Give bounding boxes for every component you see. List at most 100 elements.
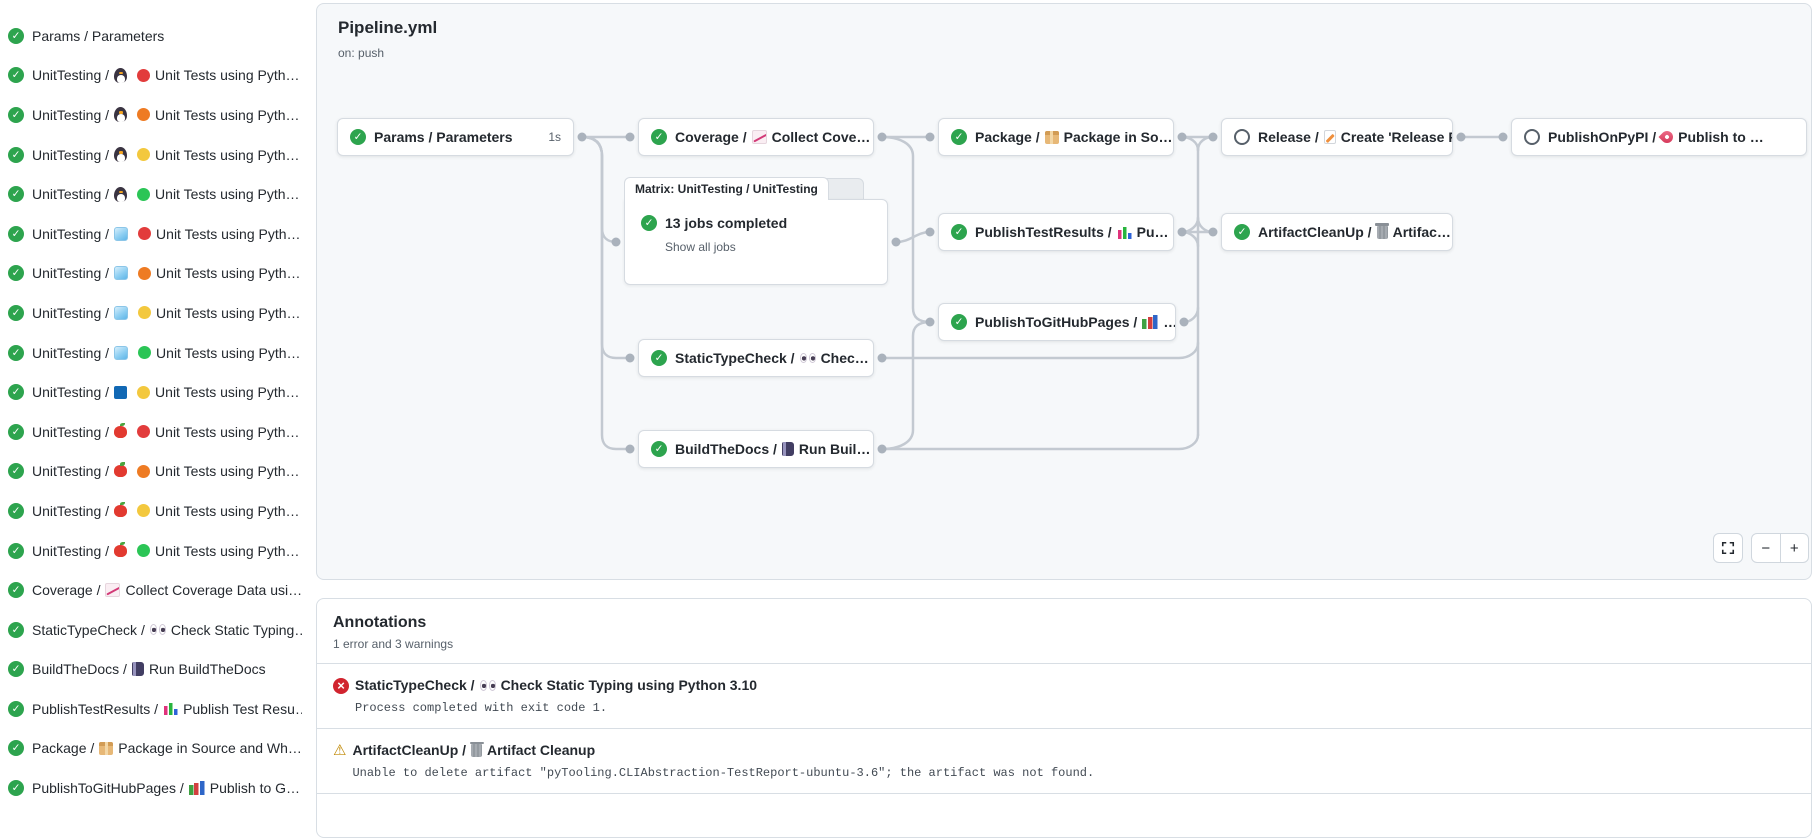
job-duration: 3s bbox=[1451, 225, 1453, 239]
python-version-icon bbox=[137, 504, 150, 517]
graph-node-artifactcleanup[interactable]: ArtifactCleanUp / Artifac… 3s bbox=[1221, 213, 1453, 251]
sidebar-job-item[interactable]: UnitTesting / Unit Tests using Pyth… bbox=[0, 531, 302, 571]
success-icon bbox=[951, 314, 967, 330]
success-icon bbox=[8, 582, 24, 598]
macos-icon bbox=[114, 465, 127, 477]
sidebar-job-item[interactable]: PublishToGitHubPages / Publish to G… bbox=[0, 768, 302, 808]
success-icon bbox=[8, 305, 24, 321]
success-icon bbox=[651, 350, 667, 366]
sidebar-job-item[interactable]: UnitTesting / Unit Tests using Pyth… bbox=[0, 174, 302, 214]
graph-node-publishtestresults[interactable]: PublishTestResults / Pu… 17s bbox=[938, 213, 1174, 251]
annotations-summary: 1 error and 3 warnings bbox=[333, 637, 1795, 651]
graph-node-publishtogithubpages[interactable]: PublishToGitHubPages / … 13s bbox=[938, 303, 1176, 341]
sidebar-job-item[interactable]: UnitTesting / Unit Tests using Pyth… bbox=[0, 293, 302, 333]
graph-node-release[interactable]: Release / Create 'Release P… bbox=[1221, 118, 1453, 156]
books-icon bbox=[1142, 315, 1158, 329]
show-all-jobs-link[interactable]: Show all jobs bbox=[665, 240, 871, 254]
success-icon bbox=[8, 147, 24, 163]
graph-node-buildthedocs[interactable]: BuildTheDocs / Run Buil… 47s bbox=[638, 430, 874, 468]
job-duration: 47s bbox=[870, 442, 874, 456]
python-version-icon bbox=[137, 188, 150, 201]
python-version-icon bbox=[137, 108, 150, 121]
success-icon bbox=[641, 215, 657, 231]
success-icon bbox=[8, 424, 24, 440]
matrix-group-box[interactable]: 13 jobs completed Show all jobs bbox=[624, 199, 888, 285]
annotation-warning-item: ArtifactCleanUp / Artifact Cleanup Unabl… bbox=[317, 728, 1811, 793]
graph-node-params[interactable]: Params / Parameters 1s bbox=[337, 118, 574, 156]
python-version-icon bbox=[138, 227, 151, 240]
annotation-job-link[interactable]: StaticTypeCheck / Check Static Typing us… bbox=[355, 676, 757, 695]
sidebar-job-item[interactable]: Coverage / Collect Coverage Data usi… bbox=[0, 570, 302, 610]
workflow-graph-panel: Pipeline.yml on: push bbox=[316, 3, 1812, 580]
warning-icon bbox=[333, 742, 346, 759]
package-icon bbox=[99, 742, 113, 755]
wastebasket-icon bbox=[471, 744, 482, 757]
python-version-icon bbox=[137, 544, 150, 557]
jobs-sidebar: Params / Parameters UnitTesting / Unit T… bbox=[0, 16, 302, 808]
annotations-panel: Annotations 1 error and 3 warnings Stati… bbox=[316, 598, 1812, 838]
success-icon bbox=[951, 129, 967, 145]
python-version-icon bbox=[137, 69, 150, 82]
sidebar-job-item[interactable]: UnitTesting / Unit Tests using Pyth… bbox=[0, 452, 302, 492]
success-icon bbox=[8, 740, 24, 756]
success-icon bbox=[8, 661, 24, 677]
graph-node-publishonpypi[interactable]: PublishOnPyPI / Publish to … bbox=[1511, 118, 1807, 156]
zoom-out-button[interactable]: − bbox=[1752, 534, 1780, 562]
graph-node-statictypecheck[interactable]: StaticTypeCheck / Chec… 13s bbox=[638, 339, 874, 377]
msys2-icon bbox=[114, 386, 127, 399]
python-version-icon bbox=[138, 267, 151, 280]
graph-node-coverage[interactable]: Coverage / Collect Cove… 25s bbox=[638, 118, 874, 156]
sidebar-job-item[interactable]: Package / Package in Source and Wh… bbox=[0, 729, 302, 769]
sidebar-job-item[interactable]: UnitTesting / Unit Tests using Pyth… bbox=[0, 214, 302, 254]
success-icon bbox=[8, 463, 24, 479]
sidebar-job-item[interactable]: UnitTesting / Unit Tests using Pyth… bbox=[0, 254, 302, 294]
wastebasket-icon bbox=[1377, 226, 1388, 239]
python-version-icon bbox=[137, 148, 150, 161]
zoom-control-group: − + bbox=[1751, 533, 1809, 563]
chart-increasing-icon bbox=[105, 583, 120, 597]
zoom-in-button[interactable]: + bbox=[1780, 534, 1809, 562]
fullscreen-icon bbox=[1721, 541, 1735, 555]
linux-icon bbox=[114, 107, 127, 122]
macos-icon bbox=[114, 426, 127, 438]
sidebar-job-item[interactable]: UnitTesting / Unit Tests using Pyth… bbox=[0, 372, 302, 412]
success-icon bbox=[8, 226, 24, 242]
sidebar-job-item[interactable]: PublishTestResults / Publish Test Resu… bbox=[0, 689, 302, 729]
success-icon bbox=[8, 28, 24, 44]
success-icon bbox=[1234, 224, 1250, 240]
sidebar-job-item[interactable]: StaticTypeCheck / Check Static Typing… bbox=[0, 610, 302, 650]
fullscreen-button[interactable] bbox=[1713, 533, 1743, 563]
success-icon bbox=[8, 503, 24, 519]
annotation-job-link[interactable]: ArtifactCleanUp / Artifact Cleanup bbox=[352, 741, 1094, 760]
sidebar-job-item[interactable]: UnitTesting / Unit Tests using Pyth… bbox=[0, 491, 302, 531]
skipped-icon bbox=[1524, 129, 1540, 145]
sidebar-job-item[interactable]: UnitTesting / Unit Tests using Pyth… bbox=[0, 333, 302, 373]
annotation-message: Unable to delete artifact "pyTooling.CLI… bbox=[352, 766, 1094, 781]
error-icon bbox=[333, 678, 349, 694]
success-icon bbox=[350, 129, 366, 145]
job-duration: 25s bbox=[870, 130, 874, 144]
sidebar-job-item[interactable]: Params / Parameters bbox=[0, 16, 302, 56]
sidebar-job-item[interactable]: UnitTesting / Unit Tests using Pyth… bbox=[0, 412, 302, 452]
windows-icon bbox=[114, 227, 128, 241]
python-version-icon bbox=[138, 346, 151, 359]
sidebar-job-item[interactable]: BuildTheDocs / Run BuildTheDocs bbox=[0, 650, 302, 690]
success-icon bbox=[8, 543, 24, 559]
macos-icon bbox=[114, 505, 127, 517]
annotation-next-item-edge bbox=[317, 793, 1811, 818]
windows-icon bbox=[114, 306, 128, 320]
sidebar-job-item[interactable]: UnitTesting / Unit Tests using Pyth… bbox=[0, 56, 302, 96]
python-version-icon bbox=[137, 425, 150, 438]
success-icon bbox=[8, 780, 24, 796]
windows-icon bbox=[114, 266, 128, 280]
job-duration: 25s bbox=[1173, 130, 1174, 144]
notebook-icon bbox=[782, 442, 794, 456]
graph-node-package[interactable]: Package / Package in So… 25s bbox=[938, 118, 1174, 156]
matrix-group-tab[interactable]: Matrix: UnitTesting / UnitTesting bbox=[624, 177, 829, 200]
matrix-summary: 13 jobs completed bbox=[665, 215, 787, 231]
sidebar-job-item[interactable]: UnitTesting / Unit Tests using Pyth… bbox=[0, 135, 302, 175]
sidebar-job-item[interactable]: UnitTesting / Unit Tests using Pyth… bbox=[0, 95, 302, 135]
windows-icon bbox=[114, 346, 128, 360]
linux-icon bbox=[114, 187, 127, 202]
eyes-icon bbox=[480, 680, 496, 691]
